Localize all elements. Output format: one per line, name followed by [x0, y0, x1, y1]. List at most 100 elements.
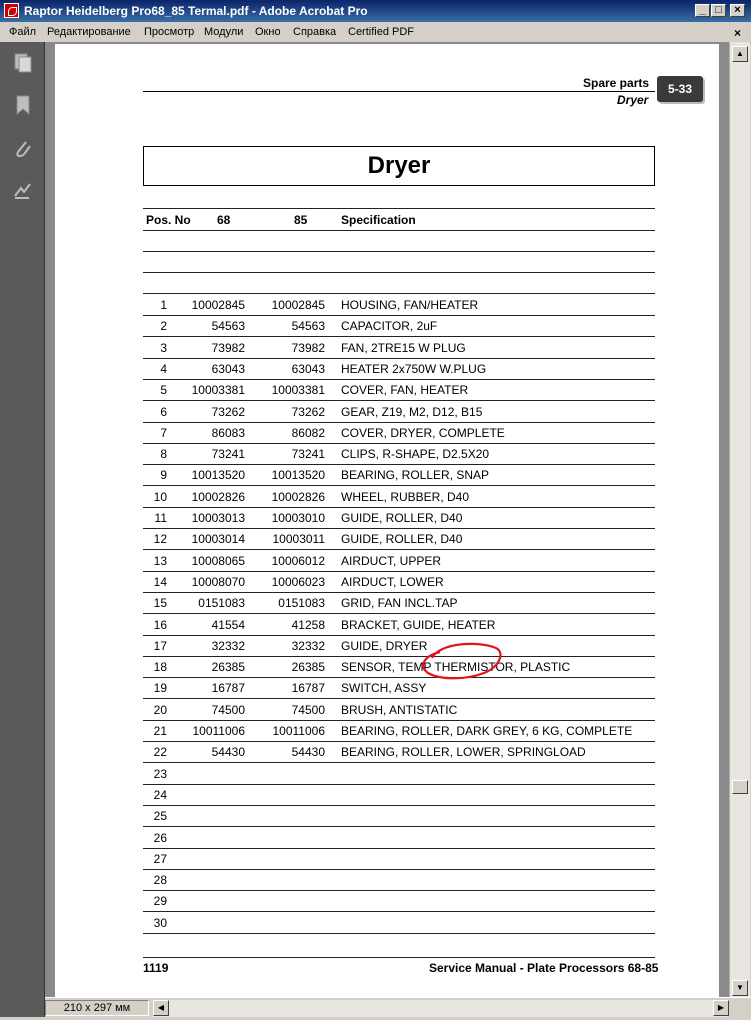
- cell-specification: GUIDE, ROLLER, D40: [341, 532, 463, 547]
- cell-part-85: 54563: [291, 319, 325, 334]
- cell-part-85: 10002826: [271, 489, 325, 504]
- cell-pos: 5: [160, 383, 167, 398]
- table-rule: [143, 272, 655, 273]
- table-row-rule: [143, 421, 655, 423]
- menu-file[interactable]: Файл: [9, 26, 36, 38]
- table-row-rule: [143, 464, 655, 466]
- scroll-left-icon[interactable]: ◀: [153, 1000, 169, 1016]
- cell-part-85: 41258: [291, 617, 325, 632]
- cell-pos: 18: [153, 660, 167, 675]
- page-tab: 5-33: [657, 76, 703, 102]
- menu-window[interactable]: Окно: [255, 26, 281, 38]
- table-top-rule: [143, 208, 655, 209]
- cell-part-68: 10003014: [191, 532, 245, 547]
- table-row-rule: [143, 528, 655, 529]
- menu-view[interactable]: Просмотр: [144, 26, 194, 38]
- header-section: Spare parts: [583, 76, 650, 90]
- acrobat-app-icon[interactable]: [4, 3, 19, 18]
- table-row-rule: [143, 485, 655, 487]
- menu-edit[interactable]: Редактирование: [47, 26, 131, 38]
- scroll-thumb[interactable]: [732, 780, 748, 794]
- pdf-page: Spare parts Dryer 5-33 Dryer Pos. No 68 …: [55, 44, 719, 997]
- table-row-rule: [143, 847, 655, 849]
- cell-pos: 10: [153, 489, 167, 504]
- cell-pos: 16: [153, 617, 167, 632]
- scroll-down-icon[interactable]: ▼: [732, 980, 748, 996]
- table-row-rule: [143, 336, 655, 338]
- footer-rule: [143, 957, 655, 958]
- cell-part-85: 10003011: [272, 532, 326, 547]
- table-rule: [143, 293, 655, 294]
- table-row-rule: [143, 570, 655, 572]
- table-row-rule: [143, 400, 655, 402]
- column-header-68: 68: [217, 213, 231, 227]
- cell-part-68: 10013520: [191, 468, 245, 483]
- cell-pos: 7: [160, 425, 167, 440]
- cell-part-68: 10008070: [191, 574, 245, 589]
- table-row-rule: [143, 698, 655, 700]
- table-row-rule: [143, 719, 655, 721]
- cell-pos: 20: [153, 702, 167, 717]
- bookmarks-icon[interactable]: [12, 94, 34, 116]
- signatures-icon[interactable]: [12, 180, 34, 202]
- table-rule: [143, 230, 655, 231]
- cell-part-85: 10002845: [271, 298, 325, 312]
- cell-specification: HEATER 2x750W W.PLUG: [341, 361, 487, 376]
- menu-certified-pdf[interactable]: Certified PDF: [348, 26, 414, 38]
- cell-pos: 21: [153, 724, 167, 738]
- cell-part-85: 73241: [291, 447, 325, 462]
- cell-specification: CAPACITOR, 2uF: [341, 319, 438, 334]
- cell-specification: GRID, FAN INCL.TAP: [341, 596, 458, 611]
- cell-part-85: 16787: [291, 681, 325, 696]
- menu-help[interactable]: Справка: [293, 26, 336, 38]
- cell-pos: 2: [160, 319, 167, 334]
- table-row-rule: [143, 549, 655, 551]
- cell-pos: 29: [153, 894, 167, 909]
- cell-pos: 27: [153, 851, 167, 866]
- cell-specification: AIRDUCT, LOWER: [341, 574, 444, 589]
- table-row-rule: [143, 378, 655, 380]
- cell-part-68: 10002826: [191, 489, 245, 504]
- close-document-icon[interactable]: ×: [734, 26, 741, 40]
- cell-part-85: 10006012: [271, 553, 325, 568]
- cell-specification: WHEEL, RUBBER, D40: [341, 489, 470, 504]
- attachments-icon[interactable]: [12, 138, 34, 160]
- menu-bar: Файл Редактирование Просмотр Модули Окно…: [0, 22, 751, 43]
- scroll-up-icon[interactable]: ▲: [732, 46, 748, 62]
- minimize-icon[interactable]: _: [695, 4, 710, 17]
- document-viewport[interactable]: Spare parts Dryer 5-33 Dryer Pos. No 68 …: [45, 42, 729, 997]
- table-row-rule: [143, 762, 655, 764]
- cell-pos: 14: [153, 574, 167, 589]
- cell-part-68: 73262: [211, 404, 245, 419]
- cell-part-85: 63043: [291, 361, 325, 376]
- cell-part-68: 10002845: [191, 298, 245, 312]
- close-icon[interactable]: ×: [730, 4, 745, 17]
- cell-part-85: 54430: [291, 745, 325, 760]
- header-rule: [143, 91, 655, 92]
- cell-pos: 3: [160, 340, 167, 355]
- table-row-rule: [143, 613, 655, 615]
- cell-part-68: 10003013: [191, 511, 245, 525]
- maximize-icon[interactable]: □: [711, 4, 726, 17]
- scroll-right-icon[interactable]: ▶: [713, 1000, 729, 1016]
- cell-part-68: 73241: [211, 447, 245, 462]
- table-row-rule: [143, 911, 655, 913]
- cell-part-68: 0151083: [198, 596, 245, 611]
- horizontal-scrollbar[interactable]: ◀ ▶: [153, 1000, 729, 1017]
- red-circle-annotation: [422, 642, 502, 680]
- table-row-rule: [143, 826, 655, 828]
- cell-part-68: 32332: [211, 638, 245, 653]
- cell-specification: HOUSING, FAN/HEATER: [341, 298, 479, 312]
- pages-icon[interactable]: [12, 52, 34, 74]
- cell-specification: BRACKET, GUIDE, HEATER: [341, 617, 496, 632]
- cell-specification: BEARING, ROLLER, DARK GREY, 6 KG, COMPLE…: [341, 724, 633, 738]
- cell-part-85: 74500: [291, 702, 325, 717]
- vertical-scrollbar[interactable]: ▲ ▼: [729, 42, 750, 997]
- cell-pos: 19: [153, 681, 167, 696]
- cell-pos: 25: [153, 809, 167, 824]
- cell-pos: 17: [153, 638, 167, 653]
- cell-part-85: 32332: [291, 638, 325, 653]
- table-rule: [143, 251, 655, 252]
- cell-specification: BEARING, ROLLER, SNAP: [341, 468, 490, 483]
- menu-plugins[interactable]: Модули: [204, 26, 243, 38]
